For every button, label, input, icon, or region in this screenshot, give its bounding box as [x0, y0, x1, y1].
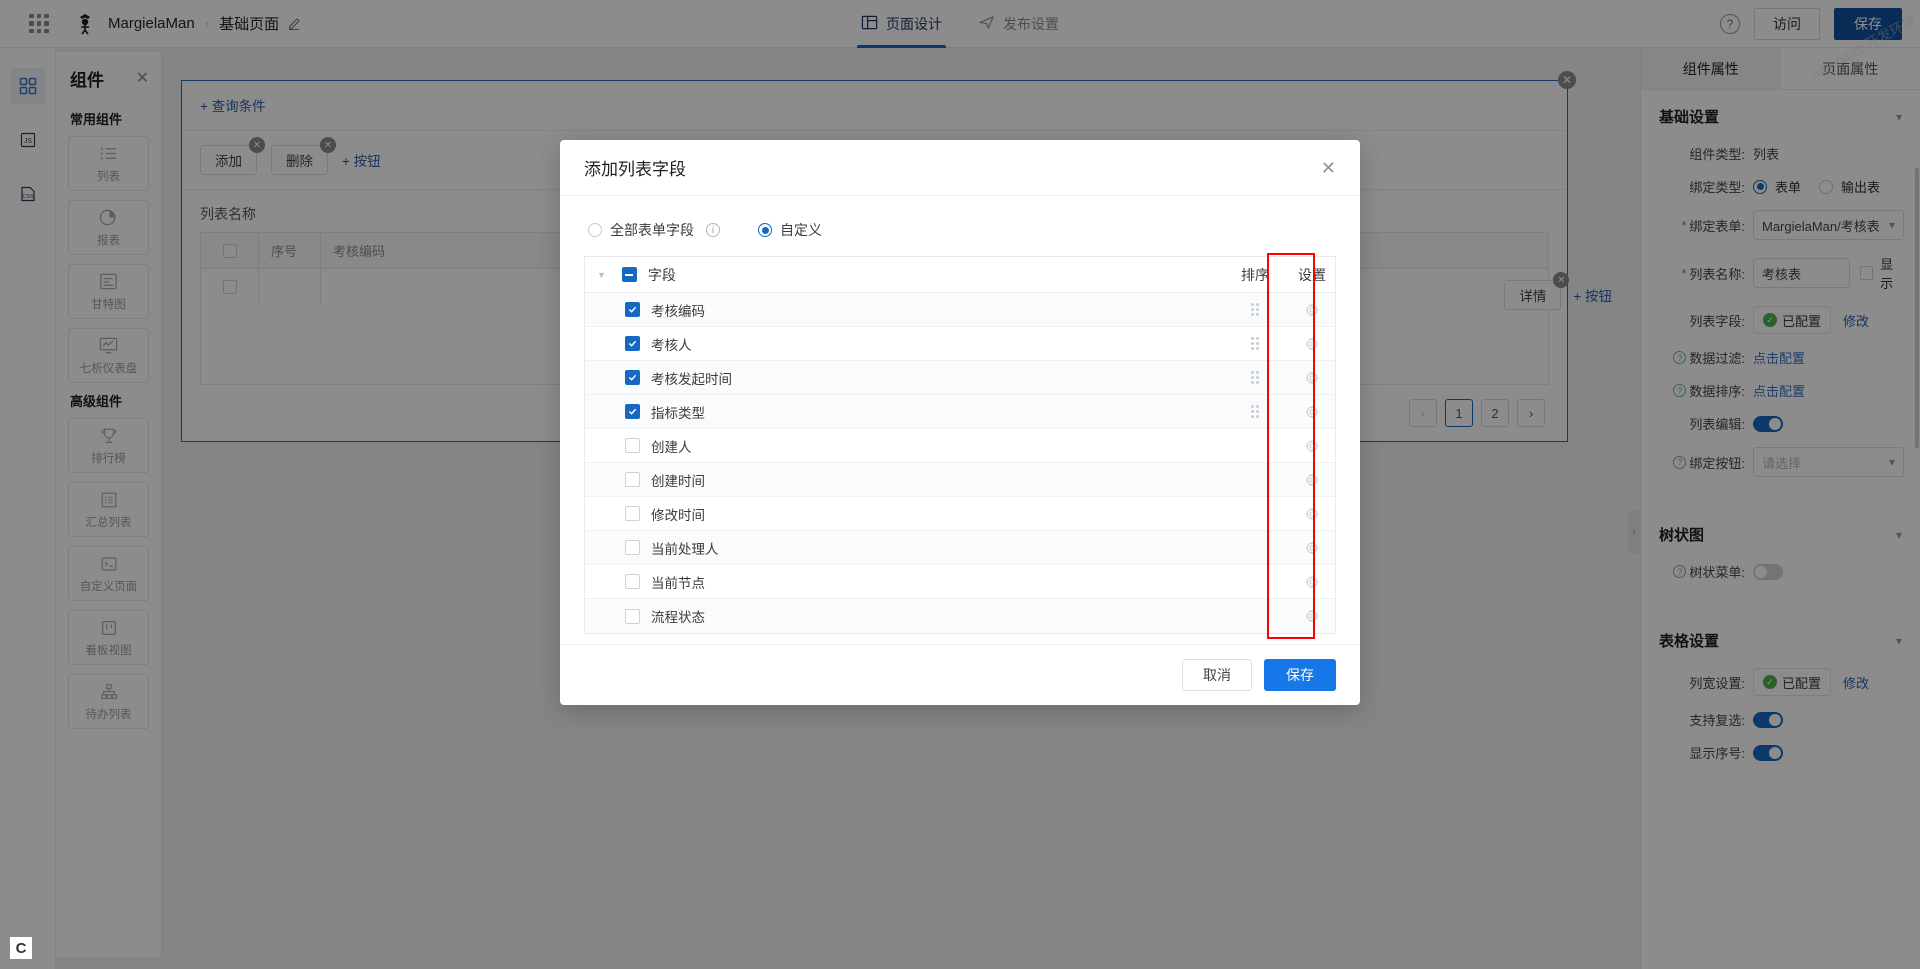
field-row-name-cell: 考核编码 — [585, 300, 1221, 320]
field-row-label: 当前节点 — [651, 575, 705, 591]
field-row-name-cell: 指标类型 — [585, 402, 1221, 422]
radio-custom-label: 自定义 — [780, 222, 822, 238]
field-row-name-cell: 考核人 — [585, 334, 1221, 354]
field-checkbox[interactable] — [625, 302, 640, 317]
field-row-name-cell: 考核发起时间 — [585, 368, 1221, 388]
table-row[interactable]: 当前处理人 — [585, 531, 1335, 565]
field-row-label: 考核发起时间 — [651, 371, 732, 387]
drag-handle-icon[interactable] — [1221, 405, 1289, 418]
field-table-header-settings-label: 设置 — [1298, 266, 1326, 283]
field-row-label: 考核人 — [651, 337, 692, 353]
field-row-name-cell: 修改时间 — [585, 504, 1221, 524]
radio-custom-input[interactable] — [758, 223, 772, 237]
table-row[interactable]: 当前节点 — [585, 565, 1335, 599]
field-table-header-sort-label: 排序 — [1241, 266, 1269, 283]
gear-icon[interactable] — [1289, 438, 1335, 453]
field-checkbox[interactable] — [625, 336, 640, 351]
table-row[interactable]: 创建时间 — [585, 463, 1335, 497]
dialog-body: 全部表单字段 i 自定义 ▼ 字段 排序 设置 考核编码 考核人 考核发起时间 … — [560, 196, 1360, 644]
table-row[interactable]: 考核编码 — [585, 293, 1335, 327]
field-checkbox[interactable] — [625, 506, 640, 521]
field-row-name-cell: 创建时间 — [585, 470, 1221, 490]
save-button[interactable]: 保存 — [1264, 659, 1336, 691]
radio-all-form-fields[interactable]: 全部表单字段 i — [588, 220, 720, 240]
gear-icon[interactable] — [1289, 370, 1335, 385]
field-row-name-cell: 流程状态 — [585, 606, 1221, 626]
field-table-header-field-cell: ▼ 字段 — [585, 265, 1221, 285]
field-row-label: 流程状态 — [651, 610, 705, 625]
field-checkbox[interactable] — [625, 370, 640, 385]
dialog-title: 添加列表字段 — [584, 160, 686, 179]
gear-icon[interactable] — [1289, 336, 1335, 351]
caret-down-icon[interactable]: ▼ — [597, 270, 606, 280]
field-table-header-field-label: 字段 — [647, 266, 676, 283]
field-selection-table: ▼ 字段 排序 设置 考核编码 考核人 考核发起时间 指标类型 创建人 创建时间… — [584, 253, 1336, 639]
table-row[interactable]: 创建人 — [585, 429, 1335, 463]
field-row-label: 创建人 — [651, 439, 692, 455]
drag-handle-icon[interactable] — [1221, 337, 1289, 350]
drag-handle-icon[interactable] — [1221, 371, 1289, 384]
gear-icon[interactable] — [1289, 574, 1335, 589]
corner-badge: C — [10, 937, 32, 959]
field-row-name-cell: 当前处理人 — [585, 538, 1221, 558]
field-checkbox[interactable] — [625, 574, 640, 589]
radio-all-form-fields-label: 全部表单字段 — [610, 222, 694, 238]
gear-icon[interactable] — [1289, 506, 1335, 521]
table-row[interactable]: 指标类型 — [585, 395, 1335, 429]
field-checkbox[interactable] — [625, 608, 640, 624]
radio-custom[interactable]: 自定义 — [758, 220, 822, 240]
select-all-fields-checkbox[interactable] — [621, 267, 637, 282]
gear-icon[interactable] — [1289, 404, 1335, 419]
gear-icon[interactable] — [1289, 302, 1335, 317]
field-row-name-cell: 创建人 — [585, 436, 1221, 456]
dialog-header: 添加列表字段 ✕ — [560, 140, 1360, 196]
field-row-label: 指标类型 — [651, 405, 705, 421]
dialog-footer: 取消 保存 — [560, 644, 1360, 705]
field-checkbox[interactable] — [625, 540, 640, 555]
gear-icon[interactable] — [1289, 540, 1335, 555]
drag-handle-icon[interactable] — [1221, 303, 1289, 316]
field-checkbox[interactable] — [625, 438, 640, 453]
field-checkbox[interactable] — [625, 472, 640, 487]
close-icon[interactable]: ✕ — [1321, 159, 1336, 177]
field-table-header-row: ▼ 字段 排序 设置 — [585, 257, 1335, 293]
gear-icon[interactable] — [1289, 609, 1335, 623]
table-row[interactable]: 流程状态 — [585, 599, 1335, 633]
field-row-label: 考核编码 — [651, 303, 705, 319]
table-row[interactable]: 修改时间 — [585, 497, 1335, 531]
table-row[interactable]: 考核人 — [585, 327, 1335, 361]
field-row-label: 修改时间 — [651, 507, 705, 523]
add-list-field-dialog: 添加列表字段 ✕ 全部表单字段 i 自定义 ▼ 字段 排序 设置 考核编码 考核… — [560, 140, 1360, 705]
table-row[interactable]: 考核发起时间 — [585, 361, 1335, 395]
field-row-label: 当前处理人 — [651, 541, 719, 557]
field-checkbox[interactable] — [625, 404, 640, 419]
cancel-button[interactable]: 取消 — [1182, 659, 1252, 691]
field-row-name-cell: 当前节点 — [585, 572, 1221, 592]
field-row-label: 创建时间 — [651, 473, 705, 489]
field-scope-radio-group: 全部表单字段 i 自定义 — [584, 216, 1336, 256]
radio-all-form-fields-input[interactable] — [588, 223, 602, 237]
info-icon[interactable]: i — [706, 223, 720, 237]
gear-icon[interactable] — [1289, 472, 1335, 487]
